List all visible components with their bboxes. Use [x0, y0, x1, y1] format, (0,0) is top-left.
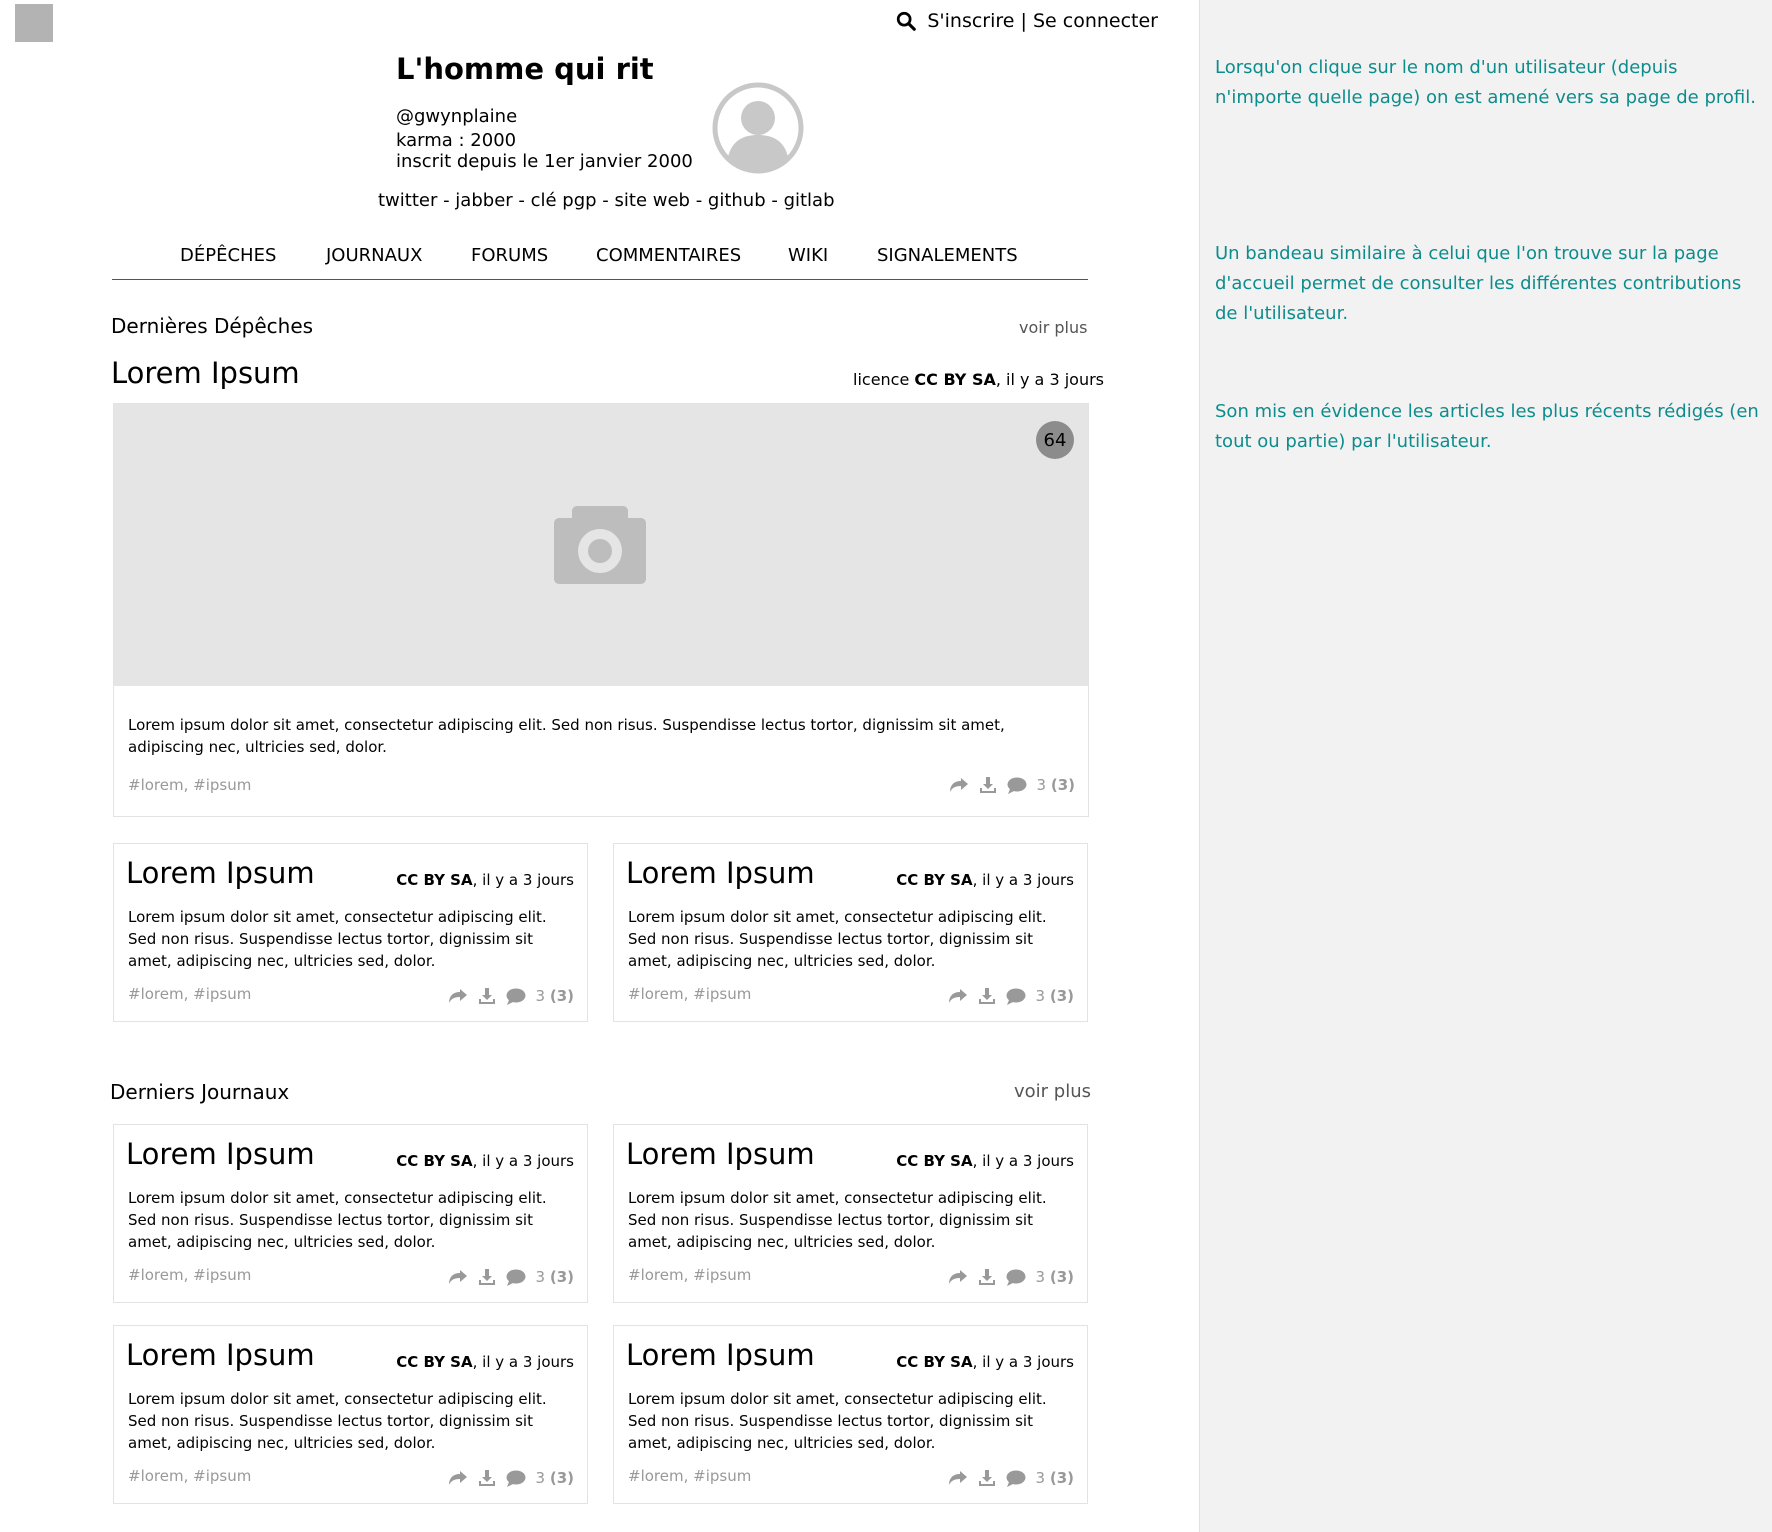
- download-icon[interactable]: [478, 1469, 496, 1487]
- profile-karma: karma : 2000: [396, 130, 517, 151]
- hero-card[interactable]: 64 Lorem ipsum dolor sit amet, consectet…: [113, 403, 1089, 817]
- site-logo[interactable]: [15, 4, 53, 42]
- card-tags[interactable]: #lorem, #ipsum: [628, 1467, 751, 1485]
- comment-icon[interactable]: [506, 1470, 526, 1487]
- share-icon[interactable]: [949, 776, 969, 794]
- hero-actions: 3 (3): [949, 776, 1075, 794]
- search-icon[interactable]: [895, 10, 917, 32]
- hero-excerpt: Lorem ipsum dolor sit amet, consectetur …: [128, 716, 1005, 756]
- comment-icon[interactable]: [1007, 777, 1027, 794]
- tab-wiki[interactable]: WIKI: [788, 245, 828, 266]
- comment-icon[interactable]: [1006, 1470, 1026, 1487]
- annotation-note-1: Lorsqu'on clique sur le nom d'un utilisa…: [1215, 57, 1756, 108]
- journal-card-1[interactable]: Lorem Ipsum CC BY SA, il y a 3 jours Lor…: [113, 1124, 588, 1303]
- share-icon[interactable]: [948, 1268, 968, 1286]
- tab-depeches[interactable]: DÉPÊCHES: [180, 245, 276, 266]
- card-title[interactable]: Lorem Ipsum: [126, 1137, 315, 1171]
- profile-handle: @gwynplaine: [396, 106, 518, 127]
- comment-count: 3 (3): [1035, 1469, 1074, 1487]
- card-actions: 3 (3): [948, 1268, 1074, 1286]
- annotation-note-3: Son mis en évidence les articles les plu…: [1215, 401, 1759, 452]
- journal-card-2[interactable]: Lorem Ipsum CC BY SA, il y a 3 jours Lor…: [613, 1124, 1088, 1303]
- profile-nav: DÉPÊCHES JOURNAUX FORUMS COMMENTAIRES WI…: [112, 235, 1088, 280]
- comment-count: 3 (3): [535, 1268, 574, 1286]
- card-title[interactable]: Lorem Ipsum: [626, 1338, 815, 1372]
- tab-signalements[interactable]: SIGNALEMENTS: [877, 245, 1018, 266]
- voir-plus-journaux[interactable]: voir plus: [1014, 1081, 1091, 1102]
- card-tags[interactable]: #lorem, #ipsum: [128, 985, 251, 1003]
- share-icon[interactable]: [448, 1469, 468, 1487]
- download-icon[interactable]: [978, 1469, 996, 1487]
- comment-icon[interactable]: [1006, 1269, 1026, 1286]
- card-excerpt: Lorem ipsum dolor sit amet, consectetur …: [628, 1189, 1047, 1251]
- card-excerpt: Lorem ipsum dolor sit amet, consectetur …: [628, 1390, 1047, 1452]
- card-actions: 3 (3): [448, 987, 574, 1005]
- card-title[interactable]: Lorem Ipsum: [126, 1338, 315, 1372]
- journal-card-4[interactable]: Lorem Ipsum CC BY SA, il y a 3 jours Lor…: [613, 1325, 1088, 1504]
- hero-tags[interactable]: #lorem, #ipsum: [128, 776, 251, 794]
- depeche-card-1[interactable]: Lorem Ipsum CC BY SA, il y a 3 jours Lor…: [113, 843, 588, 1022]
- card-actions: 3 (3): [448, 1469, 574, 1487]
- card-license: CC BY SA, il y a 3 jours: [896, 1152, 1074, 1170]
- card-license: CC BY SA, il y a 3 jours: [396, 871, 574, 889]
- card-license: CC BY SA, il y a 3 jours: [896, 871, 1074, 889]
- comment-count: 3 (3): [1035, 987, 1074, 1005]
- download-icon[interactable]: [978, 1268, 996, 1286]
- download-icon[interactable]: [478, 987, 496, 1005]
- hero-image-placeholder: 64: [114, 404, 1088, 686]
- comment-count: 3 (3): [535, 987, 574, 1005]
- profile-links[interactable]: twitter - jabber - clé pgp - site web - …: [378, 190, 835, 211]
- card-actions: 3 (3): [948, 1469, 1074, 1487]
- card-excerpt: Lorem ipsum dolor sit amet, consectetur …: [128, 1390, 547, 1452]
- download-icon[interactable]: [478, 1268, 496, 1286]
- card-title[interactable]: Lorem Ipsum: [626, 1137, 815, 1171]
- card-actions: 3 (3): [448, 1268, 574, 1286]
- card-excerpt: Lorem ipsum dolor sit amet, consectetur …: [128, 1189, 547, 1251]
- section-title-journaux: Derniers Journaux: [110, 1080, 290, 1104]
- tab-commentaires[interactable]: COMMENTAIRES: [596, 245, 741, 266]
- card-actions: 3 (3): [948, 987, 1074, 1005]
- download-icon[interactable]: [979, 776, 997, 794]
- top-bar: S'inscrire | Se connecter: [895, 10, 1158, 32]
- card-tags[interactable]: #lorem, #ipsum: [128, 1266, 251, 1284]
- card-tags[interactable]: #lorem, #ipsum: [628, 1266, 751, 1284]
- card-excerpt: Lorem ipsum dolor sit amet, consectetur …: [128, 908, 547, 970]
- annotation-panel: Lorsqu'on clique sur le nom d'un utilisa…: [1199, 0, 1772, 1532]
- voir-plus-depeches[interactable]: voir plus: [1019, 318, 1087, 337]
- avatar-icon: [712, 82, 804, 174]
- comment-count: 3 (3): [1035, 1268, 1074, 1286]
- journal-card-3[interactable]: Lorem Ipsum CC BY SA, il y a 3 jours Lor…: [113, 1325, 588, 1504]
- share-icon[interactable]: [948, 1469, 968, 1487]
- download-icon[interactable]: [978, 987, 996, 1005]
- comment-count: 3 (3): [535, 1469, 574, 1487]
- card-license: CC BY SA, il y a 3 jours: [396, 1152, 574, 1170]
- annotation-note-2: Un bandeau similaire à celui que l'on tr…: [1215, 243, 1742, 324]
- share-icon[interactable]: [948, 987, 968, 1005]
- card-tags[interactable]: #lorem, #ipsum: [628, 985, 751, 1003]
- comment-icon[interactable]: [506, 1269, 526, 1286]
- tab-journaux[interactable]: JOURNAUX: [326, 245, 422, 266]
- card-excerpt: Lorem ipsum dolor sit amet, consectetur …: [628, 908, 1047, 970]
- depeche-card-2[interactable]: Lorem Ipsum CC BY SA, il y a 3 jours Lor…: [613, 843, 1088, 1022]
- hero-license: licence CC BY SA, il y a 3 jours: [853, 370, 1104, 389]
- profile-name: L'homme qui rit: [396, 52, 654, 86]
- signup-login-link[interactable]: S'inscrire | Se connecter: [927, 10, 1158, 32]
- card-license: CC BY SA, il y a 3 jours: [396, 1353, 574, 1371]
- tab-forums[interactable]: FORUMS: [471, 245, 548, 266]
- share-icon[interactable]: [448, 1268, 468, 1286]
- comment-count: 3 (3): [1036, 776, 1075, 794]
- card-title[interactable]: Lorem Ipsum: [626, 856, 815, 890]
- card-title[interactable]: Lorem Ipsum: [126, 856, 315, 890]
- card-tags[interactable]: #lorem, #ipsum: [128, 1467, 251, 1485]
- hero-title[interactable]: Lorem Ipsum: [111, 356, 300, 390]
- card-license: CC BY SA, il y a 3 jours: [896, 1353, 1074, 1371]
- share-icon[interactable]: [448, 987, 468, 1005]
- profile-since: inscrit depuis le 1er janvier 2000: [396, 151, 693, 172]
- comment-count-badge: 64: [1036, 421, 1074, 459]
- camera-icon: [554, 506, 646, 584]
- comment-icon[interactable]: [1006, 988, 1026, 1005]
- comment-icon[interactable]: [506, 988, 526, 1005]
- section-title-depeches: Dernières Dépêches: [111, 314, 314, 338]
